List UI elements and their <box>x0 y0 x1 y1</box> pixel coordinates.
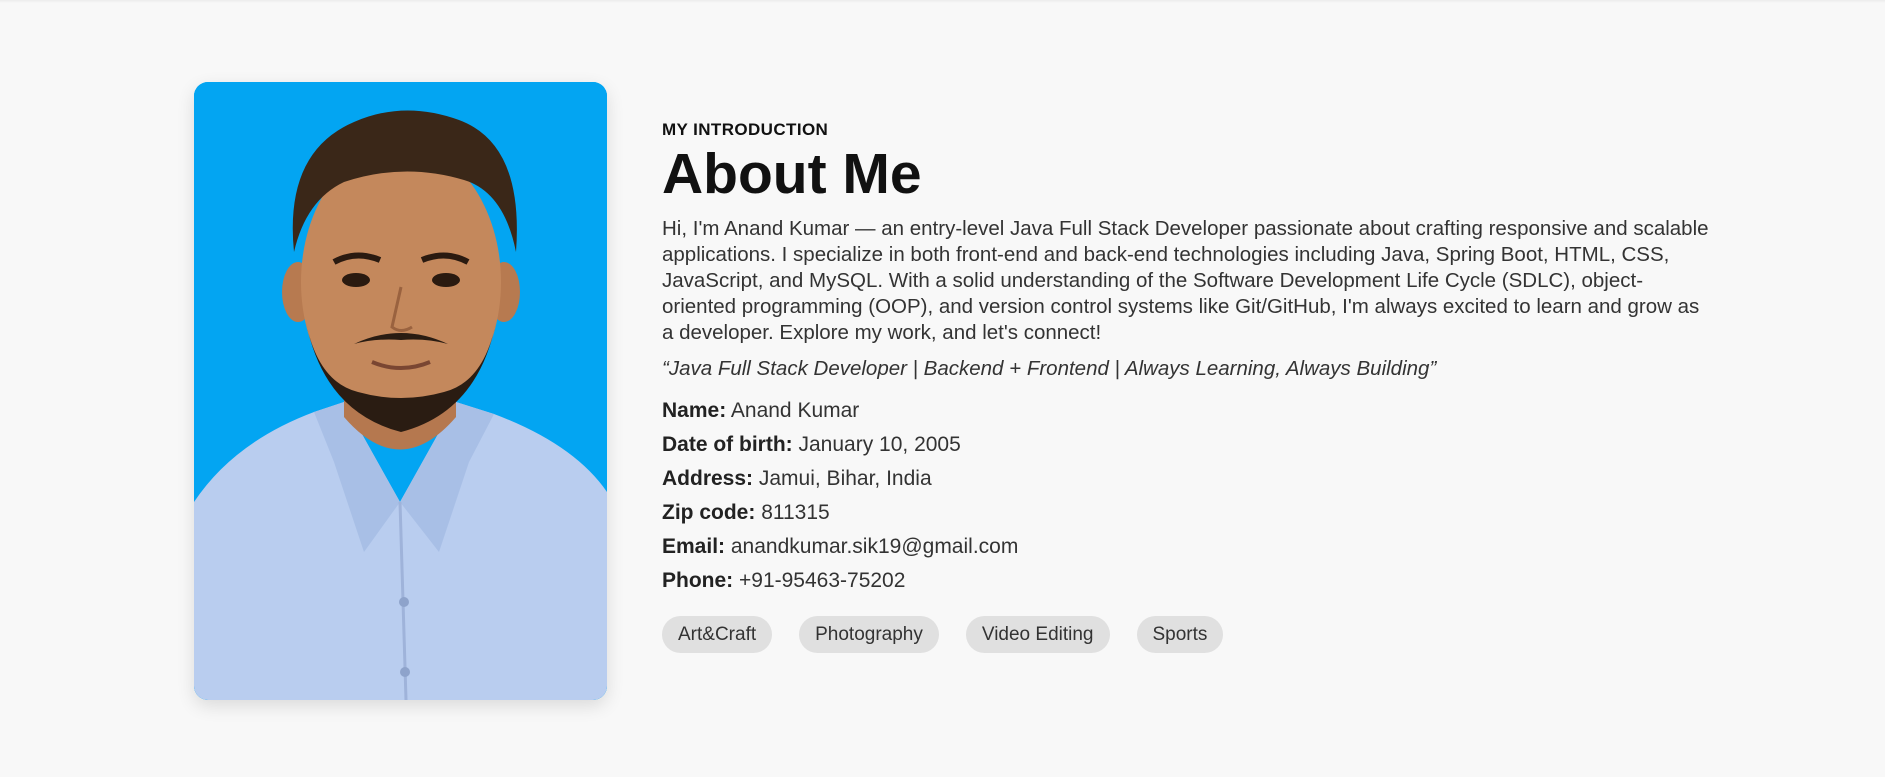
detail-label: Zip code: <box>662 501 756 524</box>
hobby-tag-photography[interactable]: Photography <box>799 616 939 653</box>
profile-photo-image <box>194 82 607 700</box>
detail-email: Email: anandkumar.sik19@gmail.com <box>662 530 1712 564</box>
detail-value: Jamui, Bihar, India <box>758 467 932 490</box>
detail-value: anandkumar.sik19@gmail.com <box>730 535 1019 558</box>
detail-value: Anand Kumar <box>730 399 860 422</box>
about-content: MY INTRODUCTION About Me Hi, I'm Anand K… <box>662 118 1712 653</box>
detail-label: Address: <box>662 467 754 490</box>
section-subheading: MY INTRODUCTION <box>662 120 829 139</box>
detail-label: Phone: <box>662 569 734 592</box>
hobby-tag-sports[interactable]: Sports <box>1136 616 1224 653</box>
detail-label: Name: <box>662 399 727 422</box>
detail-address: Address: Jamui, Bihar, India <box>662 462 1712 496</box>
detail-value: 811315 <box>761 501 830 524</box>
detail-zip-code: Zip code: 811315 <box>662 496 1712 530</box>
hobby-tags: Art&Craft Photography Video Editing Spor… <box>662 616 1712 653</box>
detail-value: +91-95463-75202 <box>739 569 906 592</box>
hobby-tag-video-editing[interactable]: Video Editing <box>965 616 1110 653</box>
profile-photo <box>194 82 607 700</box>
tagline-quote: “Java Full Stack Developer | Backend + F… <box>662 357 1437 380</box>
detail-name: Name: Anand Kumar <box>662 394 1712 428</box>
detail-label: Date of birth: <box>662 433 793 456</box>
detail-date-of-birth: Date of birth: January 10, 2005 <box>662 428 1712 462</box>
detail-label: Email: <box>662 535 726 558</box>
intro-paragraph: Hi, I'm Anand Kumar — an entry-level Jav… <box>662 217 1709 344</box>
personal-details-list: Name: Anand Kumar Date of birth: January… <box>662 394 1712 598</box>
hobby-tag-art-craft[interactable]: Art&Craft <box>662 616 773 653</box>
page-title: About Me <box>662 142 922 206</box>
detail-value: January 10, 2005 <box>798 433 961 456</box>
about-section: MY INTRODUCTION About Me Hi, I'm Anand K… <box>0 0 1885 777</box>
detail-phone: Phone: +91-95463-75202 <box>662 564 1712 598</box>
